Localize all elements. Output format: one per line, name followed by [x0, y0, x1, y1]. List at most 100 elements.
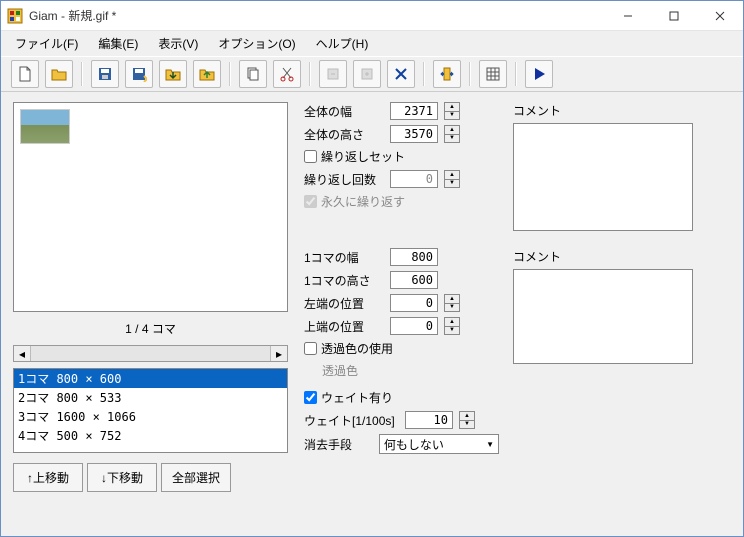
- transparency-label: 透過色の使用: [321, 340, 393, 357]
- list-item[interactable]: 4コマ 500 × 752: [14, 426, 287, 445]
- wait-spinner[interactable]: ▲▼: [459, 411, 475, 429]
- global-comment-input[interactable]: [513, 123, 693, 231]
- spin-up-icon[interactable]: ▲: [445, 103, 459, 112]
- tool-paste-after[interactable]: [353, 60, 381, 88]
- scroll-right-icon[interactable]: ▸: [270, 346, 287, 361]
- transparency-checkbox[interactable]: [304, 342, 317, 355]
- tool-paste-before[interactable]: [319, 60, 347, 88]
- tool-delete[interactable]: [387, 60, 415, 88]
- list-item[interactable]: 2コマ 800 × 533: [14, 388, 287, 407]
- frame-left-spinner[interactable]: ▲▼: [444, 294, 460, 312]
- tool-align[interactable]: [433, 60, 461, 88]
- frame-thumbnail[interactable]: [20, 109, 70, 144]
- menu-option[interactable]: オプション(O): [210, 33, 303, 54]
- thumbnail-panel[interactable]: [13, 102, 288, 312]
- menu-file[interactable]: ファイル(F): [7, 33, 86, 54]
- repeat-set-checkbox[interactable]: [304, 150, 317, 163]
- spin-down-icon: ▼: [445, 180, 459, 188]
- global-comment-label: コメント: [513, 102, 693, 119]
- chevron-down-icon: ▼: [486, 440, 494, 449]
- wait-label: ウェイト有り: [321, 389, 393, 406]
- tool-cut[interactable]: [273, 60, 301, 88]
- dispose-select[interactable]: 何もしない ▼: [379, 434, 499, 454]
- spin-up-icon: ▲: [445, 171, 459, 180]
- global-group: 全体の幅 ▲▼ 全体の高さ ▲▼ 繰り返しセット 繰り返し回数: [304, 102, 733, 234]
- scroll-left-icon[interactable]: ◂: [14, 346, 31, 361]
- frame-height-label: 1コマの高さ: [304, 272, 384, 289]
- list-item[interactable]: 3コマ 1600 × 1066: [14, 407, 287, 426]
- frame-comment-input[interactable]: [513, 269, 693, 364]
- spin-up-icon[interactable]: ▲: [445, 126, 459, 135]
- global-width-label: 全体の幅: [304, 103, 384, 120]
- wait-value-input[interactable]: [405, 411, 453, 429]
- global-width-input[interactable]: [390, 102, 438, 120]
- toolbar-separator: [515, 62, 517, 86]
- tool-save[interactable]: [91, 60, 119, 88]
- spin-down-icon[interactable]: ▼: [445, 304, 459, 312]
- wait-value-label: ウェイト[1/100s]: [304, 412, 399, 429]
- scroll-track[interactable]: [31, 346, 270, 361]
- dispose-label: 消去手段: [304, 436, 373, 453]
- spin-up-icon[interactable]: ▲: [445, 295, 459, 304]
- frame-height-input[interactable]: [390, 271, 438, 289]
- thumbnail-scrollbar[interactable]: ◂ ▸: [13, 345, 288, 362]
- wait-checkbox[interactable]: [304, 391, 317, 404]
- move-down-button[interactable]: ↓下移動: [87, 463, 157, 492]
- select-all-button[interactable]: 全部選択: [161, 463, 231, 492]
- global-height-spinner[interactable]: ▲▼: [444, 125, 460, 143]
- frame-width-label: 1コマの幅: [304, 249, 384, 266]
- toolbar-separator: [309, 62, 311, 86]
- transparent-color-label: 透過色: [322, 362, 358, 379]
- spin-up-icon[interactable]: ▲: [460, 412, 474, 421]
- tool-copy[interactable]: [239, 60, 267, 88]
- dispose-value: 何もしない: [384, 436, 444, 453]
- frame-buttons: ↑上移動 ↓下移動 全部選択: [13, 463, 288, 492]
- spin-down-icon[interactable]: ▼: [445, 327, 459, 335]
- global-height-input[interactable]: [390, 125, 438, 143]
- tool-play[interactable]: [525, 60, 553, 88]
- list-item[interactable]: 1コマ 800 × 600: [14, 369, 287, 388]
- menu-edit[interactable]: 編集(E): [90, 33, 146, 54]
- tool-open[interactable]: [45, 60, 73, 88]
- frame-width-input[interactable]: [390, 248, 438, 266]
- frame-left-label: 左端の位置: [304, 295, 384, 312]
- repeat-forever-checkbox: [304, 195, 317, 208]
- titlebar: Giam - 新規.gif *: [1, 1, 743, 31]
- global-width-spinner[interactable]: ▲▼: [444, 102, 460, 120]
- spin-down-icon[interactable]: ▼: [445, 135, 459, 143]
- right-pane: 全体の幅 ▲▼ 全体の高さ ▲▼ 繰り返しセット 繰り返し回数: [296, 92, 743, 536]
- toolbar-separator: [469, 62, 471, 86]
- main-area: 1 / 4 コマ ◂ ▸ 1コマ 800 × 600 2コマ 800 × 533…: [1, 92, 743, 536]
- frame-list[interactable]: 1コマ 800 × 600 2コマ 800 × 533 3コマ 1600 × 1…: [13, 368, 288, 453]
- menu-view[interactable]: 表示(V): [150, 33, 206, 54]
- toolbar: [1, 56, 743, 92]
- frame-comment-label: コメント: [513, 248, 693, 265]
- menubar: ファイル(F) 編集(E) 表示(V) オプション(O) ヘルプ(H): [1, 31, 743, 56]
- spin-down-icon[interactable]: ▼: [445, 112, 459, 120]
- spin-down-icon[interactable]: ▼: [460, 421, 474, 429]
- frame-top-input[interactable]: [390, 317, 438, 335]
- repeat-count-input: [390, 170, 438, 188]
- frame-counter: 1 / 4 コマ: [13, 318, 288, 339]
- tool-save-as[interactable]: [125, 60, 153, 88]
- tool-export[interactable]: [193, 60, 221, 88]
- tool-import[interactable]: [159, 60, 187, 88]
- spin-up-icon[interactable]: ▲: [445, 318, 459, 327]
- frame-group: 1コマの幅 1コマの高さ 左端の位置 ▲▼ 上端の位置: [304, 248, 733, 459]
- maximize-button[interactable]: [651, 1, 697, 31]
- window-title: Giam - 新規.gif *: [29, 7, 605, 24]
- app-window: Giam - 新規.gif * ファイル(F) 編集(E) 表示(V) オプショ…: [0, 0, 744, 537]
- move-up-button[interactable]: ↑上移動: [13, 463, 83, 492]
- menu-help[interactable]: ヘルプ(H): [308, 33, 377, 54]
- minimize-button[interactable]: [605, 1, 651, 31]
- close-button[interactable]: [697, 1, 743, 31]
- tool-grid[interactable]: [479, 60, 507, 88]
- frame-left-input[interactable]: [390, 294, 438, 312]
- frame-top-spinner[interactable]: ▲▼: [444, 317, 460, 335]
- toolbar-separator: [229, 62, 231, 86]
- global-height-label: 全体の高さ: [304, 126, 384, 143]
- repeat-set-label: 繰り返しセット: [321, 148, 405, 165]
- repeat-forever-label: 永久に繰り返す: [321, 193, 405, 210]
- left-pane: 1 / 4 コマ ◂ ▸ 1コマ 800 × 600 2コマ 800 × 533…: [1, 92, 296, 536]
- tool-new[interactable]: [11, 60, 39, 88]
